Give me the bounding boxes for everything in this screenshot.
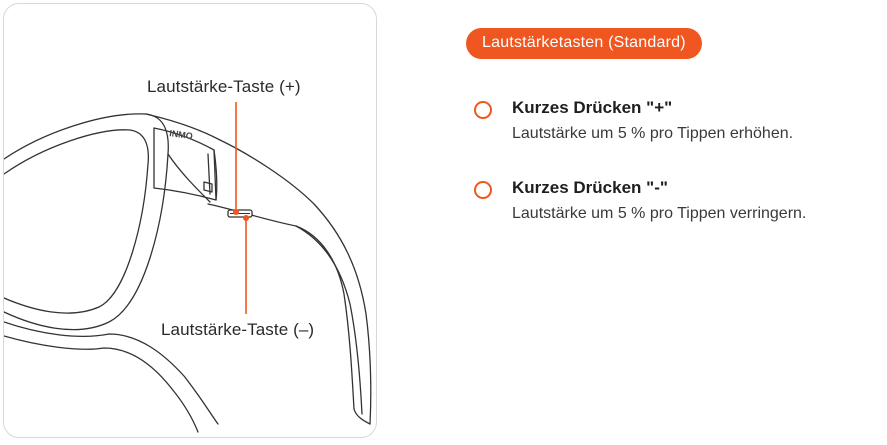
circle-bullet-icon bbox=[474, 101, 492, 119]
item-title: Kurzes Drücken "+" bbox=[512, 98, 673, 117]
smart-glasses-illustration: INMO bbox=[4, 102, 372, 433]
item-description: Lautstärke um 5 % pro Tippen verringern. bbox=[512, 205, 807, 222]
section-badge: Lautstärketasten (Standard) bbox=[466, 28, 702, 59]
item-description: Lautstärke um 5 % pro Tippen erhöhen. bbox=[512, 125, 794, 142]
volume-up-button-label: Lautstärke-Taste (+) bbox=[147, 77, 301, 96]
lens-frame-inner bbox=[4, 129, 150, 314]
volume-down-button-label: Lautstärke-Taste (–) bbox=[161, 320, 315, 339]
item-title: Kurzes Drücken "-" bbox=[512, 178, 668, 197]
inmo-logo: INMO bbox=[169, 128, 194, 141]
temple-arm-bottom bbox=[207, 203, 355, 410]
callout-dot-plus bbox=[233, 209, 239, 215]
circle-bullet-icon bbox=[474, 181, 492, 199]
temple-arm-top bbox=[219, 139, 372, 425]
instructions-panel: Lautstärketasten (Standard) Kurzes Drück… bbox=[466, 28, 881, 222]
lens-frame-outer bbox=[4, 113, 169, 331]
glasses-illustration-panel: INMO Lautstärke-Taste (+) Lautstärke-Tas… bbox=[3, 3, 377, 438]
callout-dot-minus bbox=[243, 215, 249, 221]
